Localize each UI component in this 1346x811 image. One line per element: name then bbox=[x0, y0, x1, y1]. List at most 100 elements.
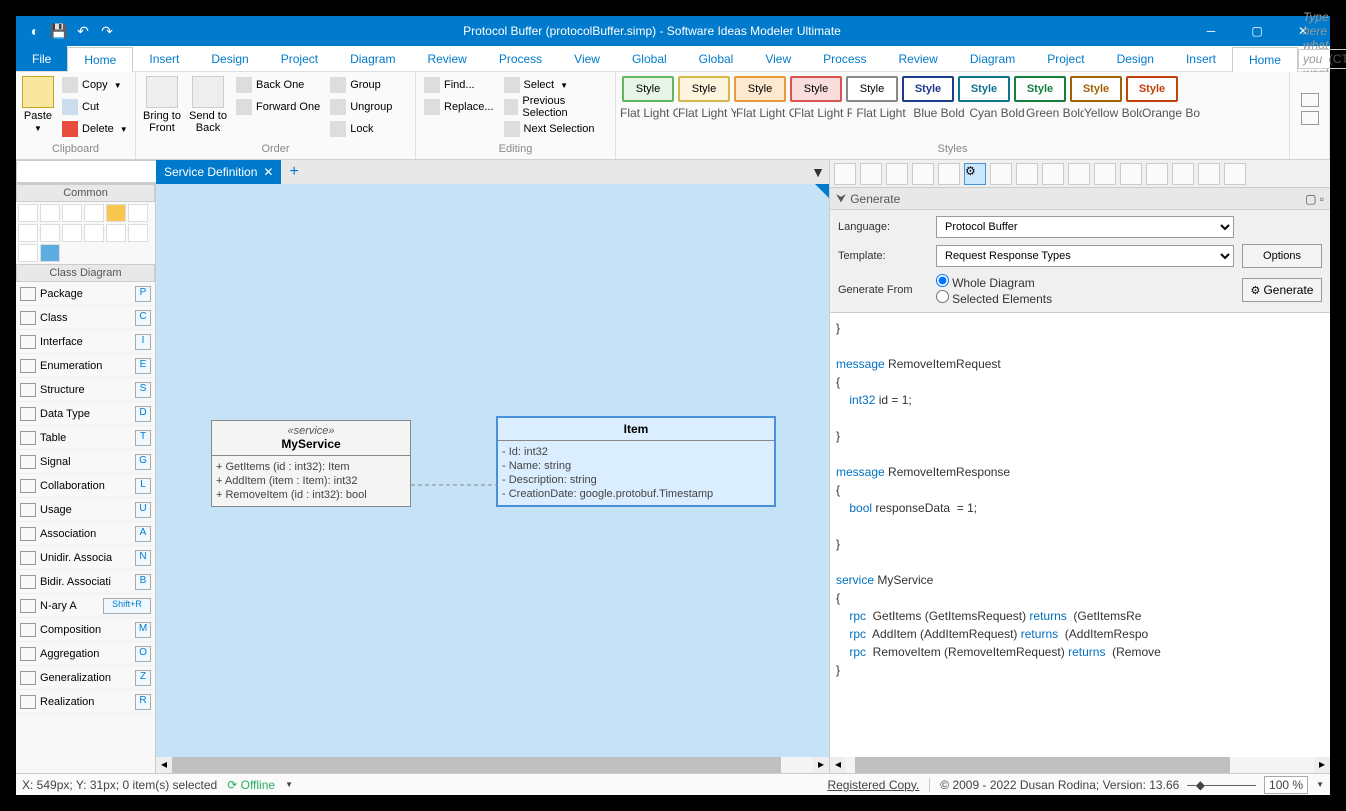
tool-enumeration[interactable]: EnumerationE bbox=[16, 354, 155, 378]
whole-diagram-radio[interactable]: Whole Diagram bbox=[936, 278, 1035, 290]
ts-icon[interactable] bbox=[886, 163, 908, 185]
select-button[interactable]: Select▼ bbox=[500, 74, 611, 96]
tool-usage[interactable]: UsageU bbox=[16, 498, 155, 522]
tool-bidir-associati[interactable]: Bidir. AssociatiB bbox=[16, 570, 155, 594]
text-tool[interactable] bbox=[84, 204, 104, 222]
diagram-canvas[interactable]: «service» MyService + GetItems (id : int… bbox=[156, 184, 829, 757]
move-tool[interactable] bbox=[40, 204, 60, 222]
ts-icon[interactable] bbox=[938, 163, 960, 185]
tool-structure[interactable]: StructureS bbox=[16, 378, 155, 402]
tool-composition[interactable]: CompositionM bbox=[16, 618, 155, 642]
style-yellow-bold[interactable]: Style bbox=[1070, 76, 1122, 102]
selected-elements-radio[interactable]: Selected Elements bbox=[936, 294, 1052, 306]
tool-n-ary-a[interactable]: N-ary AShift+R bbox=[16, 594, 155, 618]
extra-icon[interactable] bbox=[1301, 111, 1319, 125]
menu-design[interactable]: Design bbox=[1101, 46, 1170, 71]
window-tool[interactable] bbox=[128, 224, 148, 242]
association-line[interactable] bbox=[411, 484, 497, 486]
folder-tool[interactable] bbox=[106, 204, 126, 222]
classdiag-header[interactable]: Class Diagram bbox=[16, 264, 155, 282]
add-tab-button[interactable]: + bbox=[281, 163, 306, 181]
frame-tool[interactable] bbox=[18, 244, 38, 262]
menu-insert[interactable]: Insert bbox=[133, 46, 195, 71]
lock-button[interactable]: Lock bbox=[326, 118, 396, 140]
menu-view[interactable]: View bbox=[749, 46, 807, 71]
pin-icon[interactable]: ▢ ▫ bbox=[1305, 192, 1324, 206]
grid-tool[interactable] bbox=[106, 224, 126, 242]
menu-home[interactable]: Home bbox=[1232, 47, 1298, 72]
menu-view[interactable]: View bbox=[558, 46, 616, 71]
next-selection-button[interactable]: Next Selection bbox=[500, 118, 611, 140]
menu-review[interactable]: Review bbox=[411, 46, 482, 71]
style-green-bold[interactable]: Style bbox=[1014, 76, 1066, 102]
menu-file[interactable]: File bbox=[16, 46, 67, 71]
zoom-tool[interactable] bbox=[62, 204, 82, 222]
tab-service-definition[interactable]: Service Definition ✕ bbox=[156, 160, 281, 184]
uml-service-box[interactable]: «service» MyService + GetItems (id : int… bbox=[211, 420, 411, 507]
expand-icon[interactable]: ⮟ bbox=[836, 191, 846, 206]
menu-diagram[interactable]: Diagram bbox=[954, 46, 1031, 71]
chevron-down-icon[interactable]: ▼ bbox=[285, 780, 293, 789]
language-select[interactable]: Protocol Buffer bbox=[936, 216, 1234, 238]
ts-icon[interactable] bbox=[1224, 163, 1246, 185]
paste-button[interactable]: Paste ▼ bbox=[20, 74, 56, 135]
code-output[interactable]: } message RemoveItemRequest{ int32 id = … bbox=[830, 313, 1330, 757]
code-hscroll[interactable]: ◂ ▸ bbox=[830, 757, 1330, 773]
menu-insert[interactable]: Insert bbox=[1170, 46, 1232, 71]
ts-icon[interactable] bbox=[1120, 163, 1142, 185]
pointer-tool[interactable] bbox=[18, 204, 38, 222]
connector-tool[interactable] bbox=[62, 224, 82, 242]
registration-link[interactable]: Registered Copy. bbox=[827, 778, 919, 792]
tool-generalization[interactable]: GeneralizationZ bbox=[16, 666, 155, 690]
replace-button[interactable]: Replace... bbox=[420, 96, 498, 118]
style-orange-bol[interactable]: Style bbox=[1126, 76, 1178, 102]
menu-diagram[interactable]: Diagram bbox=[334, 46, 411, 71]
menu-design[interactable]: Design bbox=[195, 46, 264, 71]
minimize-button[interactable]: ─ bbox=[1188, 16, 1234, 46]
style-flat-light-y[interactable]: Style bbox=[678, 76, 730, 102]
tool-class[interactable]: ClassC bbox=[16, 306, 155, 330]
undo-icon[interactable]: ↶ bbox=[74, 22, 92, 40]
line-tool[interactable] bbox=[18, 224, 38, 242]
blue-tool[interactable] bbox=[40, 244, 60, 262]
zoom-dropdown-icon[interactable]: ▼ bbox=[1316, 780, 1324, 789]
generate-button[interactable]: ⚙ Generate bbox=[1242, 278, 1322, 302]
back-one-button[interactable]: Back One bbox=[232, 74, 324, 96]
ts-icon[interactable] bbox=[1016, 163, 1038, 185]
save-icon[interactable]: 💾 bbox=[50, 22, 68, 40]
tool-unidir-associa[interactable]: Unidir. AssociaN bbox=[16, 546, 155, 570]
style-flat-light-o[interactable]: Style bbox=[734, 76, 786, 102]
menu-process[interactable]: Process bbox=[483, 46, 558, 71]
menu-project[interactable]: Project bbox=[265, 46, 334, 71]
ts-icon[interactable] bbox=[1198, 163, 1220, 185]
extra-icon[interactable] bbox=[1301, 93, 1319, 107]
copy-button[interactable]: Copy▼ bbox=[58, 74, 132, 96]
ts-icon[interactable] bbox=[1068, 163, 1090, 185]
ts-icon[interactable] bbox=[1094, 163, 1116, 185]
tool-signal[interactable]: SignalG bbox=[16, 450, 155, 474]
redo-icon[interactable]: ↷ bbox=[98, 22, 116, 40]
template-select[interactable]: Request Response Types bbox=[936, 245, 1234, 267]
menu-review[interactable]: Review bbox=[883, 46, 954, 71]
menu-home[interactable]: Home bbox=[67, 47, 133, 72]
ts-icon[interactable] bbox=[860, 163, 882, 185]
cut-button[interactable]: Cut bbox=[58, 96, 132, 118]
tool-data-type[interactable]: Data TypeD bbox=[16, 402, 155, 426]
canvas-hscroll[interactable]: ◂ ▸ bbox=[156, 757, 829, 773]
style-cyan-bold[interactable]: Style bbox=[958, 76, 1010, 102]
tool-association[interactable]: AssociationA bbox=[16, 522, 155, 546]
find-button[interactable]: Find... bbox=[420, 74, 498, 96]
menu-project[interactable]: Project bbox=[1031, 46, 1100, 71]
tool-collaboration[interactable]: CollaborationL bbox=[16, 474, 155, 498]
style-flat-light-g[interactable]: Style bbox=[622, 76, 674, 102]
maximize-button[interactable]: ▢ bbox=[1234, 16, 1280, 46]
zoom-slider[interactable]: ─◆────── bbox=[1187, 778, 1256, 792]
box-tool[interactable] bbox=[84, 224, 104, 242]
menu-process[interactable]: Process bbox=[807, 46, 882, 71]
search-box[interactable]: Type here what you want to do... (CTRL+Q… bbox=[1298, 49, 1346, 69]
style-flat-light[interactable]: Style bbox=[846, 76, 898, 102]
ts-icon[interactable] bbox=[1146, 163, 1168, 185]
uml-item-box[interactable]: Item - Id: int32- Name: string- Descript… bbox=[496, 416, 776, 507]
ts-icon[interactable] bbox=[912, 163, 934, 185]
menu-global[interactable]: Global bbox=[683, 46, 750, 71]
